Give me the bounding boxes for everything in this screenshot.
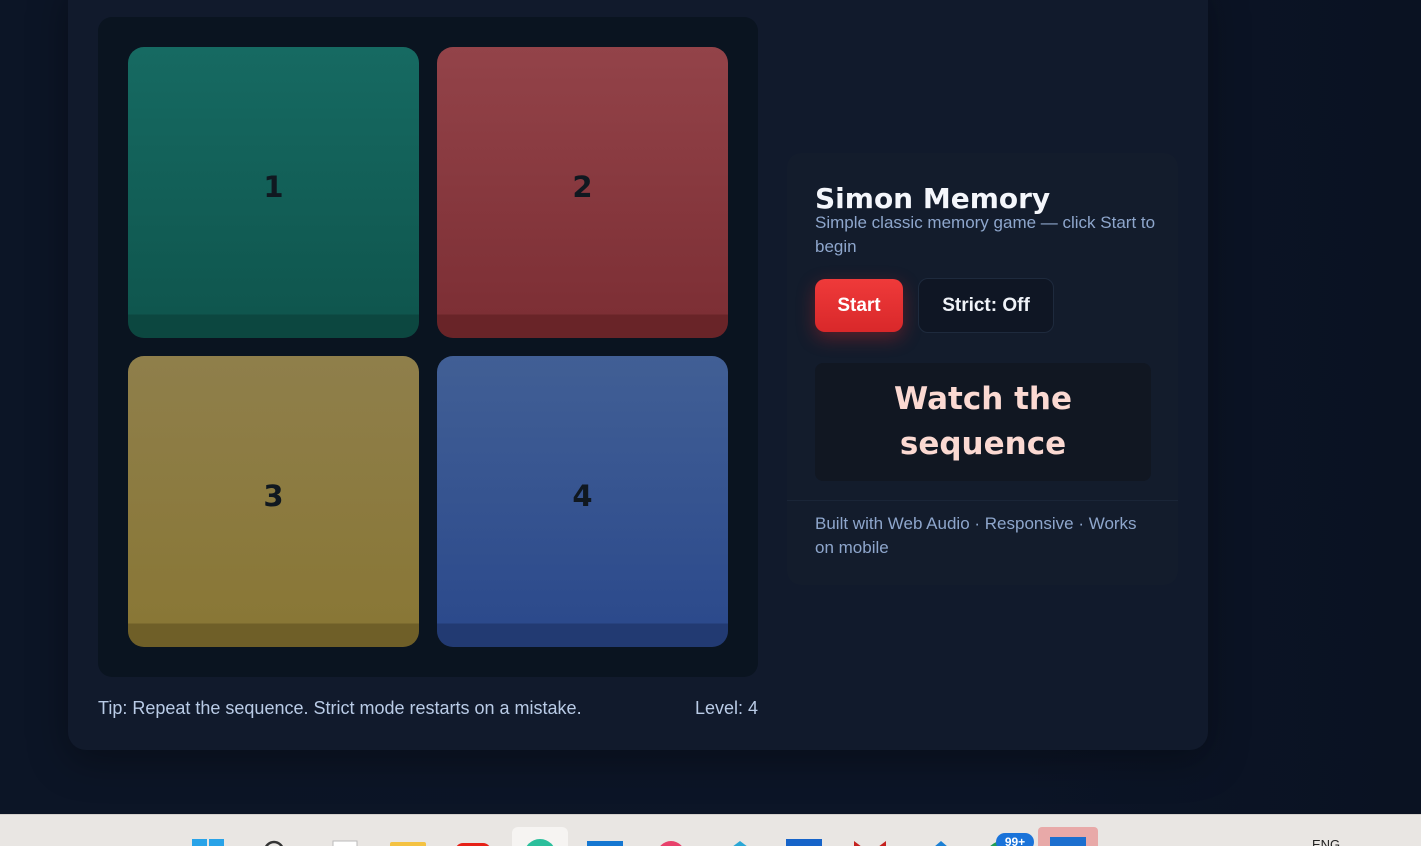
level-indicator: Level: 4 [695,698,759,718]
app-icon[interactable] [722,839,758,846]
pad-label: 2 [572,169,593,204]
app-icon[interactable] [655,839,687,846]
strict-toggle-button[interactable]: Strict: Off [918,278,1054,333]
footer-note: Built with Web Audio · Responsive · Work… [815,514,1137,557]
windows-start-icon[interactable] [190,839,226,846]
taskbar: 99+ ENG [0,814,1421,846]
pad-label: 4 [572,478,593,513]
task-view-icon[interactable] [330,839,360,846]
gmail-icon[interactable] [852,839,888,846]
pad-label: 1 [263,169,284,204]
divider [787,500,1178,501]
tip-text: Tip: Repeat the sequence. Strict mode re… [98,698,582,718]
status-display: Watch the sequence [815,363,1151,481]
edge-icon[interactable] [522,837,558,846]
language-indicator[interactable]: ENG [1312,837,1340,846]
pad-green[interactable]: 1 [128,47,419,338]
pad-yellow[interactable]: 3 [128,356,419,647]
game-subtitle: Simple classic memory game — click Start… [815,213,1156,256]
search-icon[interactable] [258,839,290,846]
status-text: Watch the sequence [894,381,1072,462]
outlook-icon[interactable] [587,839,623,846]
app-icon[interactable] [925,839,957,846]
file-explorer-icon[interactable] [390,839,426,846]
start-button[interactable]: Start [815,279,903,332]
app-icon[interactable] [1038,827,1098,846]
pad-label: 3 [263,478,284,513]
pad-red[interactable]: 2 [437,47,728,338]
pad-blue[interactable]: 4 [437,356,728,647]
notification-badge: 99+ [996,833,1034,846]
youtube-icon[interactable] [455,841,491,846]
mail-icon[interactable] [786,839,822,846]
